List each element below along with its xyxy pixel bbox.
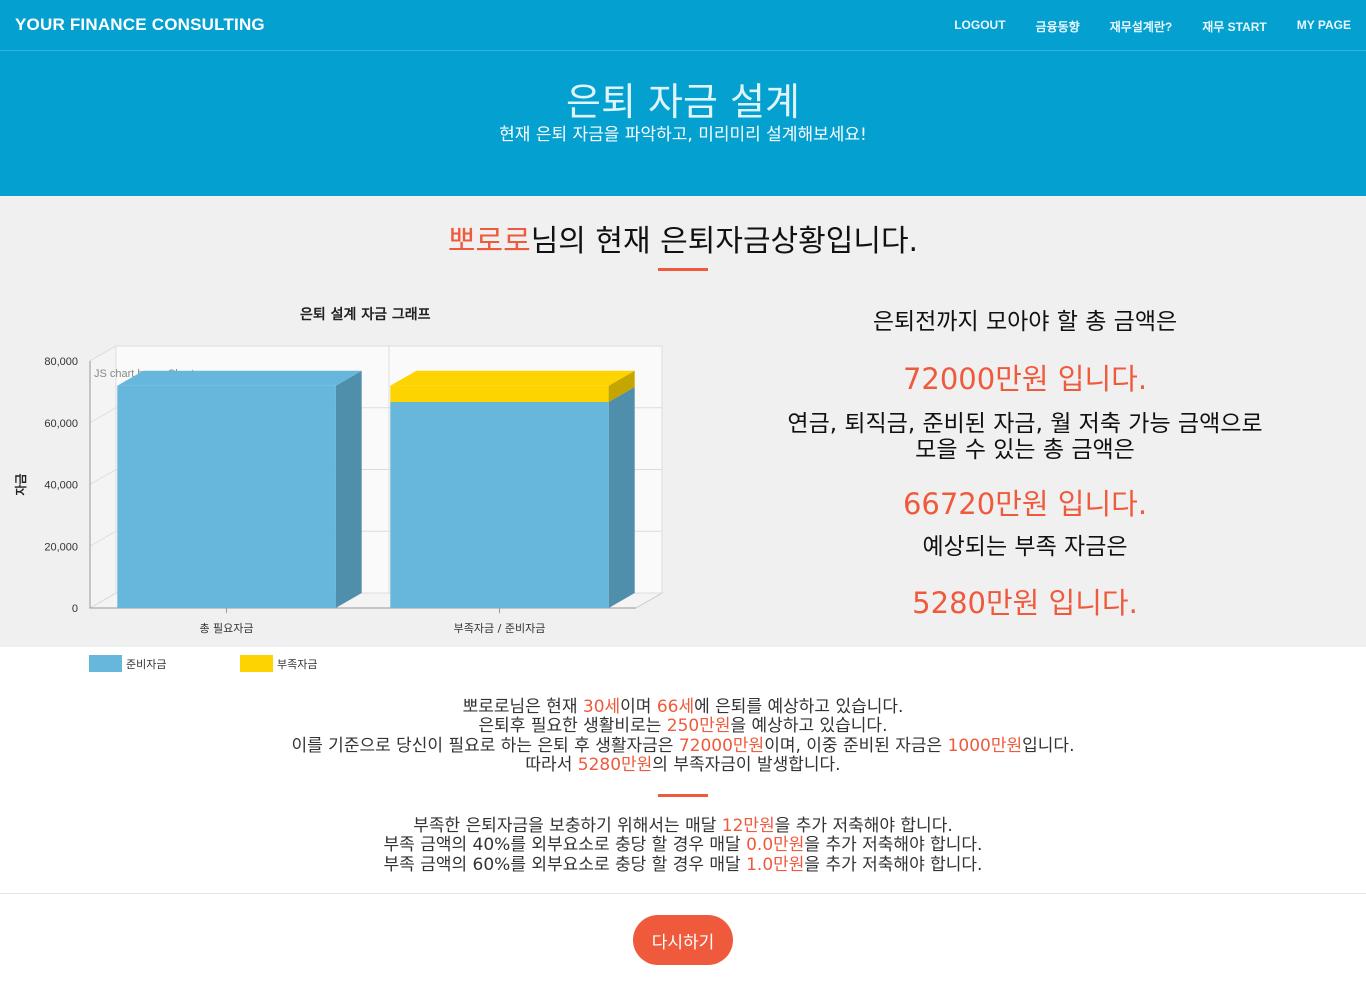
bar	[390, 385, 609, 403]
chart-legend: 준비자금 부족자금	[89, 655, 391, 672]
y-tick-label: 0	[72, 603, 78, 615]
nav-links: LOGOUT 금융동향 재무설계란? 재무 START MY PAGE	[954, 18, 1351, 35]
detail-line: 이를 기준으로 당신이 필요로 하는 은퇴 후 생활자금은 72000만원이며,…	[291, 735, 1075, 756]
detail-line: 은퇴후 필요한 생활비로는 250만원을 예상하고 있습니다.	[478, 716, 888, 737]
section-divider	[658, 794, 708, 797]
advice-line: 부족한 은퇴자금을 보충하기 위해서는 매달 12만원을 추가 저축해야 합니다…	[413, 816, 953, 836]
page-subtitle: 현재 은퇴 자금을 파악하고, 미리미리 설계해보세요!	[499, 125, 867, 145]
retry-button[interactable]: 다시하기	[633, 915, 733, 965]
nav-my-page[interactable]: MY PAGE	[1297, 18, 1351, 35]
collectable-amount: 66720만원 입니다.	[902, 487, 1148, 521]
legend-item-shortage[interactable]: 부족자금	[240, 655, 391, 672]
chart-title: 은퇴 설계 자금 그래프	[300, 307, 431, 323]
retirement-details: 뽀로로님은 현재 30세이며 66세에 은퇴를 예상하고 있습니다. 은퇴후 필…	[0, 697, 1366, 775]
hero-banner: 은퇴 자금 설계 현재 은퇴 자금을 파악하고, 미리미리 설계해보세요!	[0, 51, 1366, 196]
legend-item-prepared[interactable]: 준비자금	[89, 655, 240, 672]
y-tick-label: 60,000	[44, 418, 78, 430]
bar-side	[608, 387, 635, 608]
detail-line: 뽀로로님은 현재 30세이며 66세에 은퇴를 예상하고 있습니다.	[462, 697, 904, 717]
bar-top	[117, 370, 362, 386]
y-tick-label: 20,000	[44, 541, 78, 553]
legend-swatch	[89, 655, 122, 672]
detail-line: 따라서 5280만원의 부족자금이 발생합니다.	[525, 754, 841, 775]
legend-label: 부족자금	[277, 657, 318, 671]
shortage-amount: 5280만원 입니다.	[912, 586, 1138, 620]
bar	[390, 402, 609, 608]
legend-swatch	[240, 655, 273, 672]
x-tick-label: 총 필요자금	[199, 622, 253, 635]
y-tick-label: 80,000	[44, 356, 78, 368]
advice-line: 부족 금액의 60%를 외부요소로 충당 할 경우 매달 1.0만원을 추가 저…	[383, 854, 983, 875]
bar-top	[390, 370, 635, 386]
savings-advice: 부족한 은퇴자금을 보충하기 위해서는 매달 12만원을 추가 저축해야 합니다…	[0, 816, 1366, 875]
collectable-label: 연금, 퇴직금, 준비된 자금, 월 저축 가능 금액으로 모을 수 있는 총 …	[787, 411, 1263, 463]
user-name: 뽀로로	[447, 224, 531, 259]
y-tick-label: 40,000	[44, 480, 78, 492]
bar-side	[335, 370, 362, 608]
advice-line: 부족 금액의 40%를 외부요소로 충당 할 경우 매달 0.0만원을 추가 저…	[383, 835, 983, 856]
footer-divider	[0, 893, 1366, 894]
nav-logout[interactable]: LOGOUT	[954, 18, 1005, 35]
shortage-label: 예상되는 부족 자금은	[922, 534, 1128, 560]
section-divider	[658, 268, 708, 271]
total-needed-amount: 72000만원 입니다.	[902, 362, 1148, 396]
summary-heading: 뽀로로님의 현재 은퇴자금상황입니다.	[0, 216, 1366, 260]
brand-logo[interactable]: YOUR FINANCE CONSULTING	[15, 15, 265, 35]
y-axis-title: 자금	[13, 473, 28, 495]
total-needed-label: 은퇴전까지 모아야 할 총 금액은	[872, 309, 1178, 335]
x-tick-label: 부족자금 / 준비자금	[454, 622, 546, 635]
legend-label: 준비자금	[126, 657, 167, 671]
bar	[117, 385, 336, 608]
summary-heading-text: 님의 현재 은퇴자금상황입니다.	[530, 224, 919, 259]
nav-what-is-planning[interactable]: 재무설계란?	[1110, 18, 1173, 35]
page-title: 은퇴 자금 설계	[566, 80, 800, 124]
navbar: YOUR FINANCE CONSULTING LOGOUT 금융동향 재무설계…	[0, 0, 1366, 51]
nav-finance-start[interactable]: 재무 START	[1202, 18, 1267, 35]
summary-section: 뽀로로님의 현재 은퇴자금상황입니다. 은퇴 설계 자금 그래프 0 20,000…	[0, 196, 1366, 647]
nav-finance-trends[interactable]: 금융동향	[1036, 18, 1080, 35]
retirement-fund-chart: 020,00040,00060,00080,000자금JS chart by a…	[13, 345, 664, 635]
